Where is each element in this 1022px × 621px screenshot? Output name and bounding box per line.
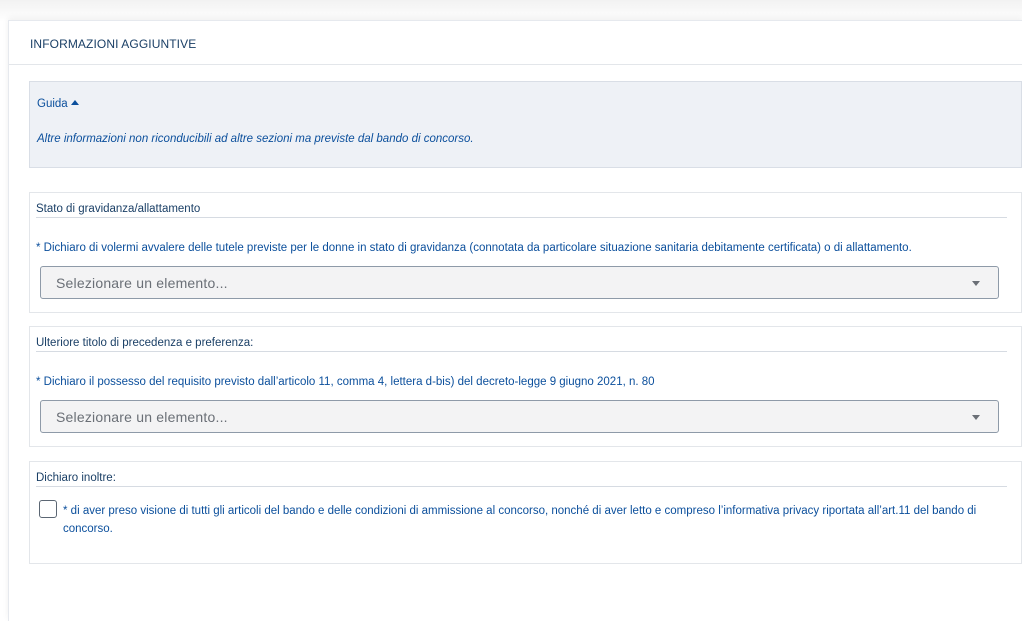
select-placeholder: Selezionare un elemento... [56, 409, 228, 425]
card-title: INFORMAZIONI AGGIUNTIVE [30, 37, 197, 51]
section-title: Stato di gravidanza/allattamento [36, 203, 201, 215]
caret-up-icon [70, 100, 79, 105]
section-declarations: Dichiaro inoltre: * di aver preso vision… [29, 461, 1022, 564]
section-title: Ulteriore titolo di precedenza e prefere… [36, 337, 254, 349]
card-header: INFORMAZIONI AGGIUNTIVE [9, 21, 1022, 65]
section-divider [36, 486, 1007, 487]
guide-text: Altre informazioni non riconducibili ad … [37, 133, 474, 145]
guide-toggle[interactable]: Guida [37, 98, 79, 110]
chevron-down-icon [972, 415, 980, 420]
guide-box: Guida Altre informazioni non riconducibi… [29, 81, 1022, 168]
section-question: * Dichiaro il possesso del requisito pre… [36, 376, 655, 388]
section-title: Dichiaro inoltre: [36, 472, 116, 484]
select-placeholder: Selezionare un elemento... [56, 275, 228, 291]
guide-toggle-label: Guida [37, 98, 68, 110]
section-pregnancy: Stato di gravidanza/allattamento * Dichi… [29, 192, 1022, 313]
section-divider [36, 351, 1007, 352]
additional-info-card: INFORMAZIONI AGGIUNTIVE Guida Altre info… [8, 20, 1022, 621]
pregnancy-select[interactable]: Selezionare un elemento... [40, 266, 999, 299]
section-divider [36, 217, 1007, 218]
section-precedence: Ulteriore titolo di precedenza e prefere… [29, 326, 1022, 447]
privacy-checkbox[interactable] [39, 500, 57, 518]
section-question: * Dichiaro di volermi avvalere delle tut… [36, 242, 912, 254]
chevron-down-icon [972, 281, 980, 286]
page-top-shadow [0, 0, 1022, 22]
precedence-select[interactable]: Selezionare un elemento... [40, 400, 999, 433]
checkbox-label: * di aver preso visione di tutti gli art… [63, 505, 977, 535]
